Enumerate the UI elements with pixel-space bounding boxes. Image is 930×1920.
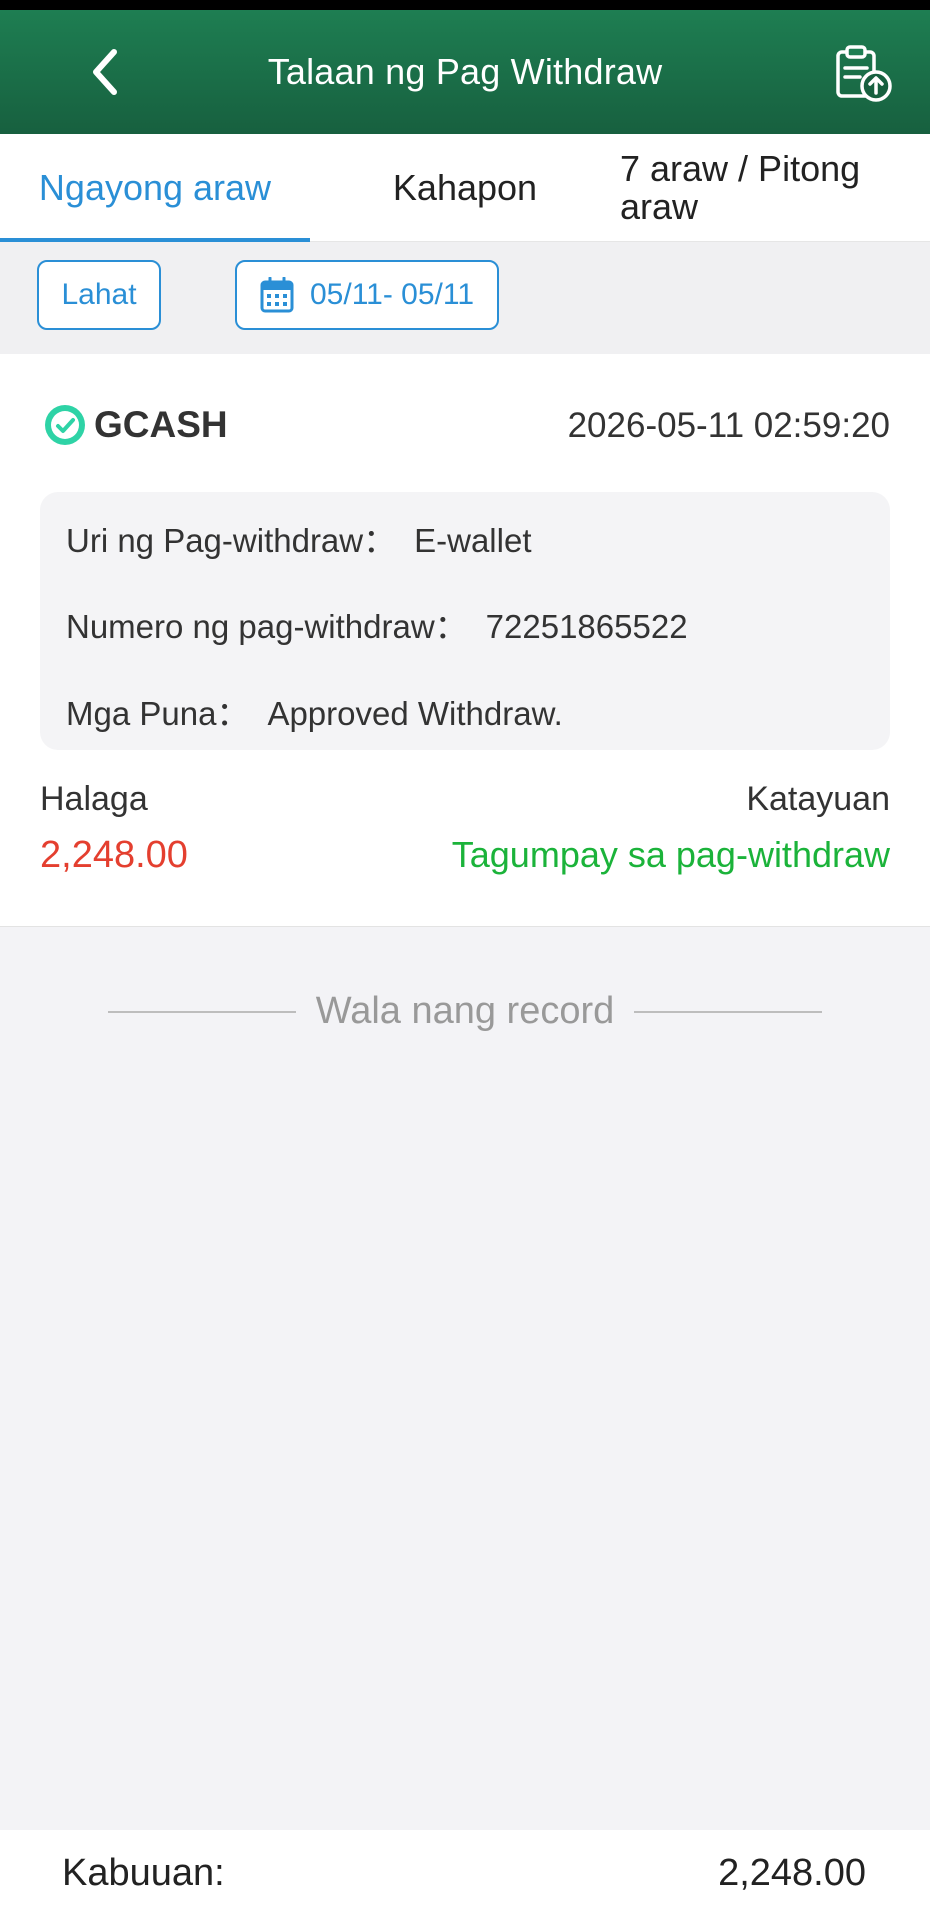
- withdraw-number-row: Numero ng pag-withdraw： 72251865522: [66, 600, 688, 648]
- record-details: Uri ng Pag-withdraw： E-wallet Numero ng p…: [40, 492, 890, 750]
- all-filter-button[interactable]: Lahat: [37, 260, 161, 330]
- payment-method: GCASH: [44, 404, 228, 446]
- record-datetime: 2026-05-11 02:59:20: [567, 406, 890, 445]
- header: Talaan ng Pag Withdraw: [0, 10, 930, 134]
- withdraw-number-value: 72251865522: [485, 608, 688, 645]
- withdraw-record-card: GCASH 2026-05-11 02:59:20 Uri ng Pag-wit…: [0, 354, 930, 927]
- withdraw-type-row: Uri ng Pag-withdraw： E-wallet: [66, 514, 532, 562]
- tab-today[interactable]: Ngayong araw: [0, 134, 310, 241]
- divider-right: [634, 1010, 823, 1013]
- calendar-icon: [260, 277, 294, 313]
- total-bar: Kabuuan: 2,248.00: [0, 1830, 930, 1920]
- status-value: Tagumpay sa pag-withdraw: [451, 834, 890, 875]
- gcash-logo-icon: [45, 405, 85, 445]
- withdraw-number-label: Numero ng pag-withdraw：: [66, 608, 468, 645]
- divider-left: [107, 1010, 296, 1013]
- amount-value: 2,248.00: [40, 834, 188, 876]
- list-end-indicator: Wala nang record: [0, 990, 930, 1033]
- amount-label: Halaga: [40, 780, 148, 818]
- date-range-button[interactable]: 05/11- 05/11: [235, 260, 499, 330]
- chevron-left-icon[interactable]: [82, 46, 134, 98]
- clipboard-upload-icon[interactable]: [832, 42, 894, 104]
- remarks-row: Mga Puna： Approved Withdraw.: [66, 687, 563, 735]
- filter-bar: Lahat 05/11- 05/11: [0, 242, 930, 354]
- status-label: Katayuan: [746, 780, 890, 818]
- page-title: Talaan ng Pag Withdraw: [267, 51, 663, 92]
- remarks-value: Approved Withdraw.: [267, 695, 563, 732]
- total-value: 2,248.00: [718, 1852, 866, 1894]
- withdraw-type-value: E-wallet: [414, 522, 532, 559]
- period-tabs: Ngayong araw Kahapon 7 araw / Pitong ara…: [0, 134, 930, 242]
- date-range-text: 05/11- 05/11: [309, 278, 475, 311]
- withdraw-type-label: Uri ng Pag-withdraw：: [66, 522, 397, 559]
- total-label: Kabuuan:: [62, 1852, 225, 1894]
- remarks-label: Mga Puna：: [66, 695, 250, 732]
- status-bar: [0, 0, 930, 10]
- payment-method-name: GCASH: [94, 404, 228, 445]
- no-more-records-text: Wala nang record: [315, 990, 615, 1032]
- tab-seven-days[interactable]: 7 araw / Pitong araw: [620, 134, 920, 241]
- tab-yesterday[interactable]: Kahapon: [310, 134, 620, 241]
